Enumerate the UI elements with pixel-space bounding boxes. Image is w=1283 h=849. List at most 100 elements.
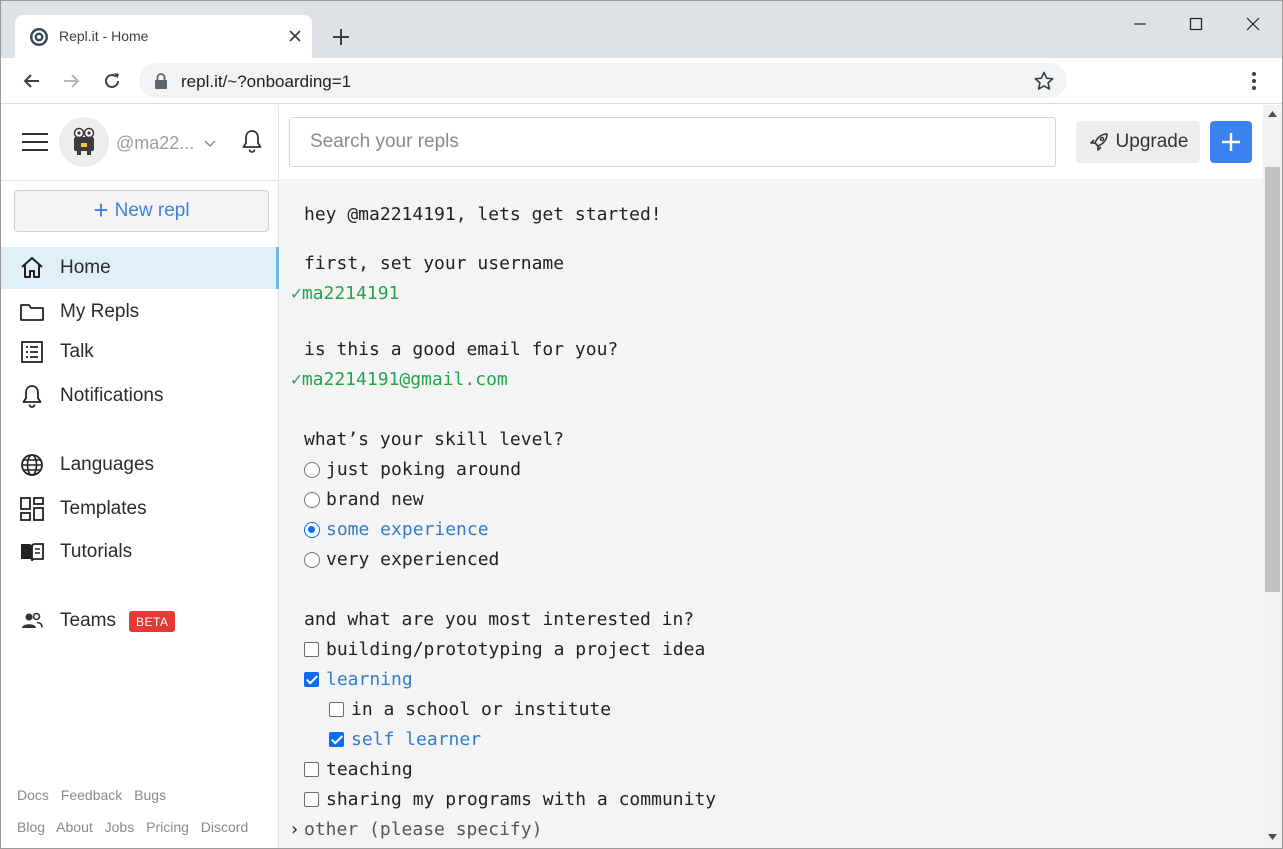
footer-link-discord[interactable]: Discord [201, 819, 248, 835]
replit-app: @ma22... + New repl Home My Repls Talk N… [1, 105, 1282, 848]
footer-link-about[interactable]: About [56, 819, 93, 835]
sidebar-item-label: Teams [60, 610, 116, 631]
skill-radio-poking[interactable] [304, 462, 320, 478]
search-input[interactable] [289, 117, 1056, 167]
robot-avatar-icon [73, 127, 95, 155]
sidebar-item-talk[interactable]: Talk [1, 331, 279, 373]
email-value[interactable]: ✓ma2214191@gmail.com [291, 369, 508, 390]
skill-option-label[interactable]: brand new [326, 489, 424, 510]
create-repl-button[interactable] [1210, 121, 1252, 163]
new-repl-button[interactable]: + New repl [14, 190, 269, 232]
skill-prompt: what’s your skill level? [304, 429, 565, 450]
scrollbar-thumb[interactable] [1265, 167, 1280, 592]
interest-option-label[interactable]: sharing my programs with a community [326, 789, 716, 810]
footer-link-blog[interactable]: Blog [17, 819, 45, 835]
hamburger-menu-icon[interactable] [21, 131, 49, 153]
people-icon [22, 612, 43, 628]
footer-link-bugs[interactable]: Bugs [134, 787, 166, 803]
footer-link-pricing[interactable]: Pricing [146, 819, 189, 835]
new-tab-icon[interactable] [329, 25, 353, 49]
notifications-bell-icon[interactable] [240, 128, 264, 154]
browser-window: Repl.it - Home repl.it/~?onboarding=1 @m… [0, 0, 1283, 849]
browser-toolbar: repl.it/~?onboarding=1 [1, 58, 1282, 104]
interest-checkbox-sharing[interactable] [304, 792, 319, 807]
chevron-down-icon[interactable] [203, 138, 217, 150]
interest-option-label[interactable]: self learner [351, 729, 481, 750]
greeting-text: hey @ma2214191, lets get started! [304, 204, 662, 225]
bell-icon [22, 385, 42, 408]
interest-option-label[interactable]: in a school or institute [351, 699, 611, 720]
upgrade-button[interactable]: Upgrade [1076, 121, 1200, 163]
interest-checkbox-building[interactable] [304, 642, 319, 657]
sidebar-item-tutorials[interactable]: Tutorials [1, 531, 279, 573]
onboarding-form: hey @ma2214191, lets get started! first,… [279, 179, 1263, 848]
minimize-icon[interactable] [1127, 11, 1153, 37]
address-bar[interactable]: repl.it/~?onboarding=1 [139, 63, 1067, 98]
forward-arrow-icon[interactable] [58, 68, 84, 94]
interest-checkbox-learning[interactable] [304, 672, 319, 687]
plus-icon [1222, 133, 1240, 151]
upgrade-label: Upgrade [1115, 131, 1189, 152]
sidebar-divider [1, 180, 279, 181]
interest-checkbox-teaching[interactable] [304, 762, 319, 777]
username-value[interactable]: ✓ma2214191 [291, 283, 399, 304]
sidebar-item-label: Templates [60, 498, 147, 519]
main-topbar: Upgrade [279, 105, 1263, 179]
interest-checkbox-self-learner[interactable] [329, 732, 344, 747]
skill-radio-some-experience[interactable] [304, 522, 320, 538]
folder-icon [20, 304, 44, 321]
tab-strip: Repl.it - Home [1, 1, 1282, 58]
list-icon [21, 341, 43, 363]
browser-tab[interactable]: Repl.it - Home [15, 15, 312, 58]
sidebar-item-templates[interactable]: Templates [1, 488, 279, 530]
sidebar-item-label: My Repls [60, 301, 140, 322]
close-tab-icon[interactable] [285, 26, 305, 46]
skill-radio-brand-new[interactable] [304, 492, 320, 508]
interest-option-label[interactable]: learning [326, 669, 413, 690]
skill-option-label[interactable]: very experienced [326, 549, 499, 570]
username-prompt: first, set your username [304, 253, 565, 274]
page-scrollbar[interactable] [1263, 105, 1282, 848]
sidebar-item-label: Languages [60, 454, 155, 475]
interest-prompt: and what are you most interested in? [304, 609, 695, 630]
new-repl-label: New repl [114, 200, 190, 221]
avatar[interactable] [59, 117, 109, 167]
lock-icon [155, 73, 167, 89]
sidebar-item-languages[interactable]: Languages [1, 444, 279, 486]
maximize-icon[interactable] [1183, 11, 1209, 37]
close-window-icon[interactable] [1240, 11, 1266, 37]
bookmark-star-icon[interactable] [1033, 70, 1055, 92]
book-icon [21, 543, 44, 562]
skill-option-label[interactable]: some experience [326, 519, 489, 540]
templates-icon [20, 497, 44, 521]
replit-favicon-icon [30, 28, 48, 46]
sidebar: @ma22... + New repl Home My Repls Talk N… [1, 105, 279, 848]
footer-links-row-1: Docs Feedback Bugs [17, 787, 174, 803]
browser-menu-icon[interactable] [1244, 70, 1264, 92]
rocket-icon [1089, 133, 1108, 151]
sidebar-item-notifications[interactable]: Notifications [1, 375, 279, 417]
username-label[interactable]: @ma22... [116, 133, 194, 154]
reload-icon[interactable] [99, 68, 125, 94]
interest-checkbox-school[interactable] [329, 702, 344, 717]
skill-radio-very-experienced[interactable] [304, 552, 320, 568]
other-prompt-chevron-icon: › [289, 819, 300, 840]
back-arrow-icon[interactable] [19, 68, 45, 94]
sidebar-item-label: Tutorials [60, 541, 133, 562]
interest-option-label[interactable]: building/prototyping a project idea [326, 639, 705, 660]
sidebar-item-label: Notifications [60, 385, 164, 406]
home-icon [21, 257, 43, 278]
beta-badge: BETA [129, 611, 176, 632]
sidebar-item-home[interactable]: Home [1, 247, 279, 289]
scroll-down-arrow-icon[interactable] [1268, 834, 1277, 840]
footer-link-feedback[interactable]: Feedback [61, 787, 122, 803]
skill-option-label[interactable]: just poking around [326, 459, 521, 480]
globe-icon [21, 454, 43, 476]
main-panel: Upgrade hey @ma2214191, lets get started… [279, 105, 1263, 848]
sidebar-item-my-repls[interactable]: My Repls [1, 291, 279, 333]
footer-link-jobs[interactable]: Jobs [105, 819, 135, 835]
other-input[interactable]: other (please specify) [304, 819, 542, 840]
scroll-up-arrow-icon[interactable] [1268, 111, 1277, 117]
footer-link-docs[interactable]: Docs [17, 787, 49, 803]
interest-option-label[interactable]: teaching [326, 759, 413, 780]
